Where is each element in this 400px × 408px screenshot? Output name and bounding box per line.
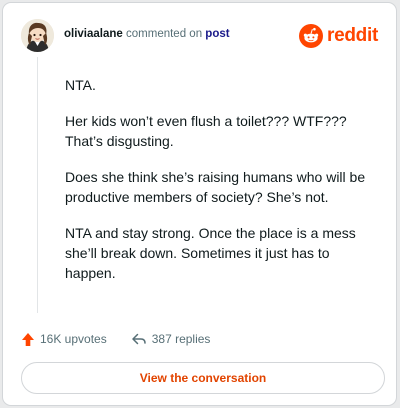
comment-meta: oliviaalane commented on post <box>64 28 230 40</box>
comment-paragraph: Her kids won’t even flush a toilet??? WT… <box>65 113 347 149</box>
cartoon-avatar-icon <box>21 19 54 52</box>
upvotes-stat[interactable]: 16K upvotes <box>21 332 107 347</box>
replies-stat[interactable]: 387 replies <box>131 332 211 346</box>
post-link[interactable]: post <box>205 28 229 40</box>
reddit-snoo-icon <box>299 24 324 48</box>
reddit-logo[interactable]: reddit <box>299 23 378 49</box>
username[interactable]: oliviaalane <box>64 28 123 40</box>
comment-header: oliviaalane commented on post reddit <box>21 19 378 53</box>
action-text: commented on <box>126 28 203 40</box>
reddit-wordmark: reddit <box>327 25 378 46</box>
comment-stats: 16K upvotes 387 replies <box>21 329 210 349</box>
upvotes-count: 16K upvotes <box>40 332 107 346</box>
comment-paragraph: NTA and stay strong. Once the place is a… <box>65 225 356 281</box>
upvote-arrow-icon <box>22 332 34 346</box>
comment-embed-card: oliviaalane commented on post reddit NTA… <box>2 2 397 406</box>
replies-count: 387 replies <box>151 332 211 346</box>
thread-line <box>37 57 38 313</box>
reply-arrow-icon <box>131 333 146 345</box>
comment-paragraph: Does she think she’s raising humans who … <box>65 169 366 205</box>
comment-body: NTA. Her kids won’t even flush a toilet?… <box>65 75 383 299</box>
view-conversation-button[interactable]: View the conversation <box>21 362 385 394</box>
comment-paragraph: NTA. <box>65 77 96 93</box>
avatar[interactable] <box>21 19 54 52</box>
